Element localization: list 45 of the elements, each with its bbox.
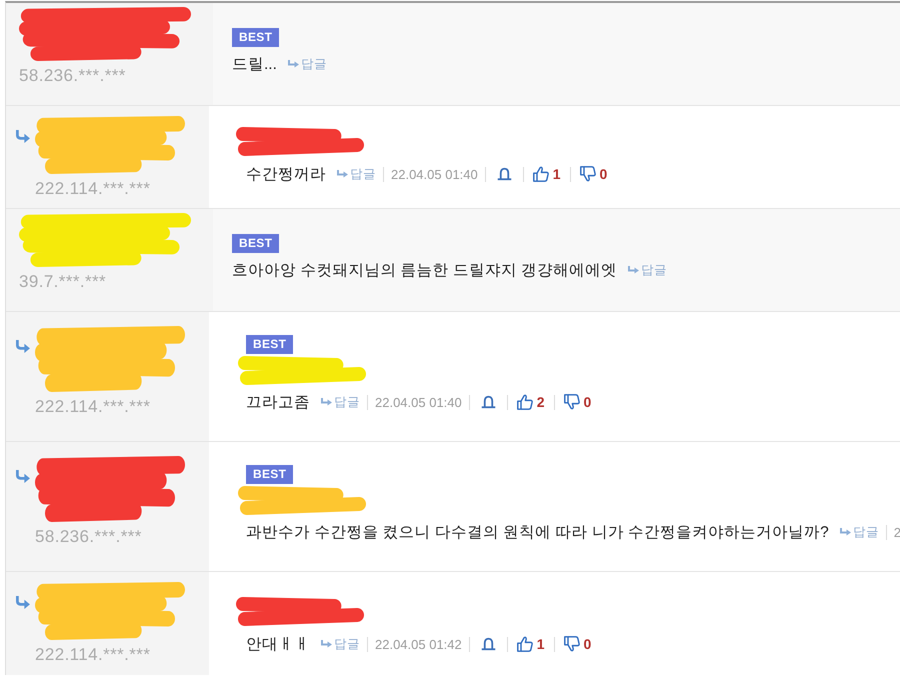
reply-arrow-icon <box>15 130 30 143</box>
thumbs-up-icon <box>516 636 533 652</box>
thumbs-down-icon <box>564 636 580 652</box>
dislike-button[interactable]: 0 <box>562 636 594 652</box>
ip-address: 222.114.***.*** <box>35 396 150 418</box>
comment-date: 22.04.05 01:40 <box>391 166 478 182</box>
thumbs-down-icon <box>564 394 580 410</box>
best-badge: BEST <box>246 335 294 354</box>
ip-address: 58.236.***.*** <box>19 65 126 87</box>
reply-arrow-icon <box>15 596 30 609</box>
comment-date: 2 <box>894 524 900 540</box>
like-button[interactable]: 1 <box>530 166 563 182</box>
reply-arrow-icon <box>628 266 640 274</box>
siren-icon[interactable] <box>496 167 512 181</box>
reply-arrow-icon <box>321 640 332 648</box>
thumbs-down-icon <box>580 166 596 182</box>
comment-text: 끄라고좀 <box>246 392 310 412</box>
siren-icon[interactable] <box>480 637 496 651</box>
reply-arrow-icon <box>840 528 851 536</box>
best-badge: BEST <box>232 28 280 47</box>
comment-date: 22.04.05 01:40 <box>375 394 462 410</box>
reply-arrow-icon <box>337 170 348 178</box>
comment-date: 22.04.05 01:42 <box>375 636 462 652</box>
ip-address: 222.114.***.*** <box>35 644 150 666</box>
like-button[interactable]: 1 <box>514 636 547 652</box>
best-badge: BEST <box>232 234 280 253</box>
best-badge: BEST <box>246 465 294 484</box>
ip-address: 58.236.***.*** <box>35 526 142 548</box>
comment-text: 과반수가 수간쩡을 켰으니 다수결의 원칙에 따라 니가 수간쩡을켜야하는거아닐까? <box>246 522 829 542</box>
thumbs-up-icon <box>532 166 549 182</box>
ip-address: 39.7.***.*** <box>19 271 106 293</box>
reply-arrow-icon <box>288 60 299 68</box>
dislike-button[interactable]: 0 <box>562 394 594 410</box>
dislike-button[interactable]: 0 <box>578 166 610 182</box>
ip-address: 222.114.***.*** <box>35 178 150 200</box>
reply-arrow-icon <box>15 470 30 483</box>
comment-text: 흐아아앙 수컷돼지님의 름늠한 드릴쟈지 갱걍해에에엣 <box>232 260 618 280</box>
comment-text: 드릴... <box>232 54 277 74</box>
reply-arrow-icon <box>15 340 30 353</box>
comment-text: 안대ㅐㅐ <box>246 634 310 654</box>
thumbs-up-icon <box>516 394 533 410</box>
siren-icon[interactable] <box>480 395 496 409</box>
like-button[interactable]: 2 <box>514 394 547 410</box>
reply-arrow-icon <box>321 398 332 406</box>
comment-text: 수간쩡꺼라 <box>246 164 326 184</box>
